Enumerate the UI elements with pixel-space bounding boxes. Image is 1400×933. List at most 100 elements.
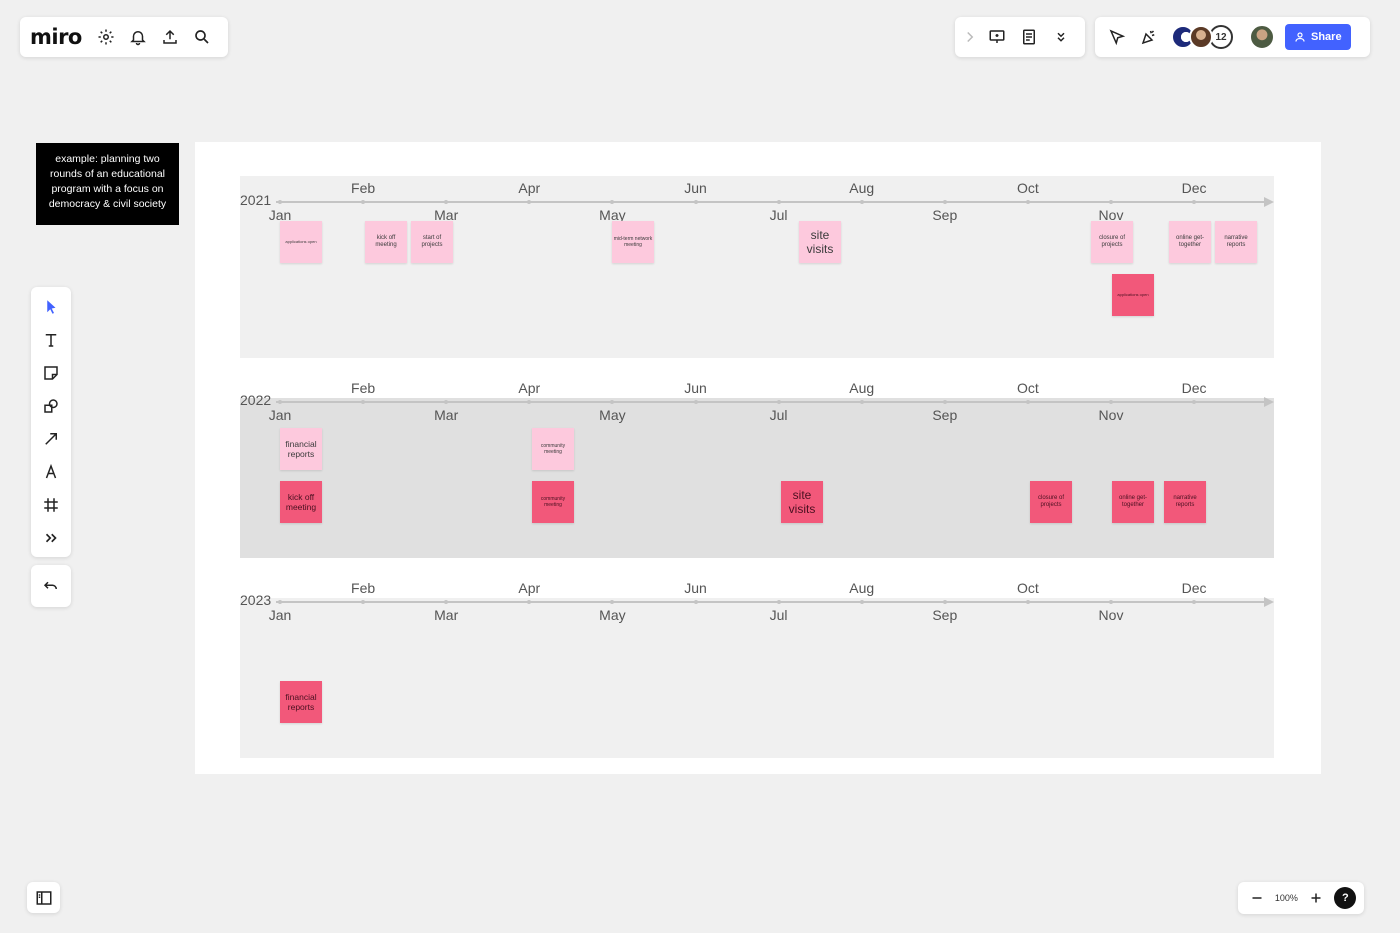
text-tool-icon[interactable]: [31, 323, 71, 356]
shapes-icon[interactable]: [31, 389, 71, 422]
sticky-note-icon[interactable]: [31, 356, 71, 389]
share-button[interactable]: Share: [1285, 24, 1351, 50]
timeline-2023: 2023 Feb Apr Jun Aug Oct Dec Jan Mar May…: [240, 576, 1274, 758]
help-button[interactable]: ?: [1334, 887, 1357, 909]
settings-icon[interactable]: [90, 21, 122, 53]
month-label: Nov: [1098, 607, 1124, 623]
zoom-in-icon[interactable]: [1305, 882, 1327, 914]
axis-tick: [1025, 400, 1030, 404]
celebration-icon[interactable]: [1133, 21, 1165, 53]
avatar[interactable]: [1249, 24, 1275, 50]
zoom-level[interactable]: 100%: [1275, 893, 1298, 903]
axis-tick: [693, 400, 698, 404]
axis-tick: [1109, 200, 1113, 204]
board-tools-panel: [955, 17, 1085, 57]
more-tools-icon[interactable]: [31, 521, 71, 554]
axis-tick: [278, 600, 282, 604]
arrow-line-icon[interactable]: [31, 422, 71, 455]
month-label: Aug: [849, 180, 875, 196]
collaboration-panel: 12 Share: [1095, 17, 1370, 57]
month-label: Mar: [434, 407, 459, 423]
month-label: Aug: [849, 380, 875, 396]
undo-icon[interactable]: [35, 570, 67, 602]
year-label: 2021: [240, 192, 272, 208]
month-label: Jan: [268, 607, 292, 623]
month-label: Feb: [351, 580, 376, 596]
sticky-note[interactable]: financial reports: [280, 428, 322, 470]
month-label: Mar: [434, 607, 459, 623]
user-icon: [1295, 32, 1305, 42]
search-icon[interactable]: [186, 21, 218, 53]
sticky-note[interactable]: online get-together: [1112, 481, 1154, 523]
sticky-note[interactable]: applications open: [280, 221, 322, 263]
timeline-axis: [276, 201, 1266, 203]
presentation-icon[interactable]: [981, 21, 1013, 53]
month-label: Dec: [1181, 380, 1207, 396]
example-note[interactable]: example: planning two rounds of an educa…: [36, 143, 179, 225]
axis-tick: [278, 400, 282, 404]
sticky-note[interactable]: start of projects: [411, 221, 453, 263]
avatar[interactable]: [1189, 25, 1213, 49]
zoom-panel: 100% ?: [1238, 882, 1364, 914]
month-label: Jan: [268, 407, 292, 423]
sticky-note[interactable]: applications open: [1112, 274, 1154, 316]
month-label: Oct: [1017, 180, 1039, 196]
month-label: Sep: [932, 607, 958, 623]
sticky-note[interactable]: narrative reports: [1164, 481, 1206, 523]
axis-arrow-icon: [1264, 197, 1274, 207]
month-label: Apr: [518, 580, 541, 596]
pen-icon[interactable]: [31, 455, 71, 488]
month-label: Jun: [684, 380, 707, 396]
sticky-note[interactable]: community meeting: [532, 481, 574, 523]
sticky-note[interactable]: closure of projects: [1091, 221, 1133, 263]
cursor-flag-icon[interactable]: [1101, 21, 1133, 53]
sticky-note[interactable]: kick off meeting: [280, 481, 322, 523]
month-label: Apr: [518, 180, 541, 196]
month-label: Apr: [518, 380, 541, 396]
axis-tick: [1025, 200, 1030, 204]
axis-tick: [278, 200, 282, 204]
timeline-2022: 2022 Feb Apr Jun Aug Oct Dec Jan Mar May…: [240, 376, 1274, 558]
sticky-note[interactable]: closure of projects: [1030, 481, 1072, 523]
month-label: Feb: [351, 180, 376, 196]
sticky-note[interactable]: narrative reports: [1215, 221, 1257, 263]
axis-tick: [1025, 600, 1030, 604]
zoom-out-icon[interactable]: [1246, 882, 1268, 914]
select-cursor-icon[interactable]: [31, 290, 71, 323]
month-label: Aug: [849, 580, 875, 596]
top-left-toolbar: miro: [20, 17, 228, 57]
axis-tick: [942, 600, 947, 604]
sidebar-toggle[interactable]: [27, 882, 60, 913]
sticky-note[interactable]: site visits: [799, 221, 841, 263]
month-label: May: [599, 607, 626, 623]
month-label: Dec: [1181, 580, 1207, 596]
sticky-note[interactable]: financial reports: [280, 681, 322, 723]
month-label: Oct: [1017, 380, 1039, 396]
frame-icon[interactable]: [31, 488, 71, 521]
timeline-axis: [276, 601, 1266, 603]
miro-logo[interactable]: miro: [30, 25, 82, 49]
axis-tick: [693, 200, 698, 204]
bell-icon[interactable]: [122, 21, 154, 53]
share-label: Share: [1311, 31, 1342, 43]
sticky-note[interactable]: kick off meeting: [365, 221, 407, 263]
axis-tick: [776, 400, 781, 404]
chevron-double-down-icon[interactable]: [1045, 21, 1077, 53]
axis-tick: [776, 600, 781, 604]
month-label: Dec: [1181, 180, 1207, 196]
upload-icon[interactable]: [154, 21, 186, 53]
timeline-frame[interactable]: 2021 Feb Apr Jun Aug Oct Dec Jan Mar May…: [195, 142, 1321, 774]
year-label: 2022: [240, 392, 272, 408]
axis-tick: [693, 600, 698, 604]
timeline-axis: [276, 401, 1266, 403]
axis-tick: [859, 200, 864, 204]
sticky-note[interactable]: online get-together: [1169, 221, 1211, 263]
notes-icon[interactable]: [1013, 21, 1045, 53]
chevron-right-icon[interactable]: [959, 21, 981, 53]
month-label: Jun: [684, 580, 707, 596]
sticky-note[interactable]: community meeting: [532, 428, 574, 470]
sticky-note[interactable]: site visits: [781, 481, 823, 523]
sticky-note[interactable]: mid-term network meeting: [612, 221, 654, 263]
month-label: Feb: [351, 380, 376, 396]
axis-tick: [859, 400, 864, 404]
